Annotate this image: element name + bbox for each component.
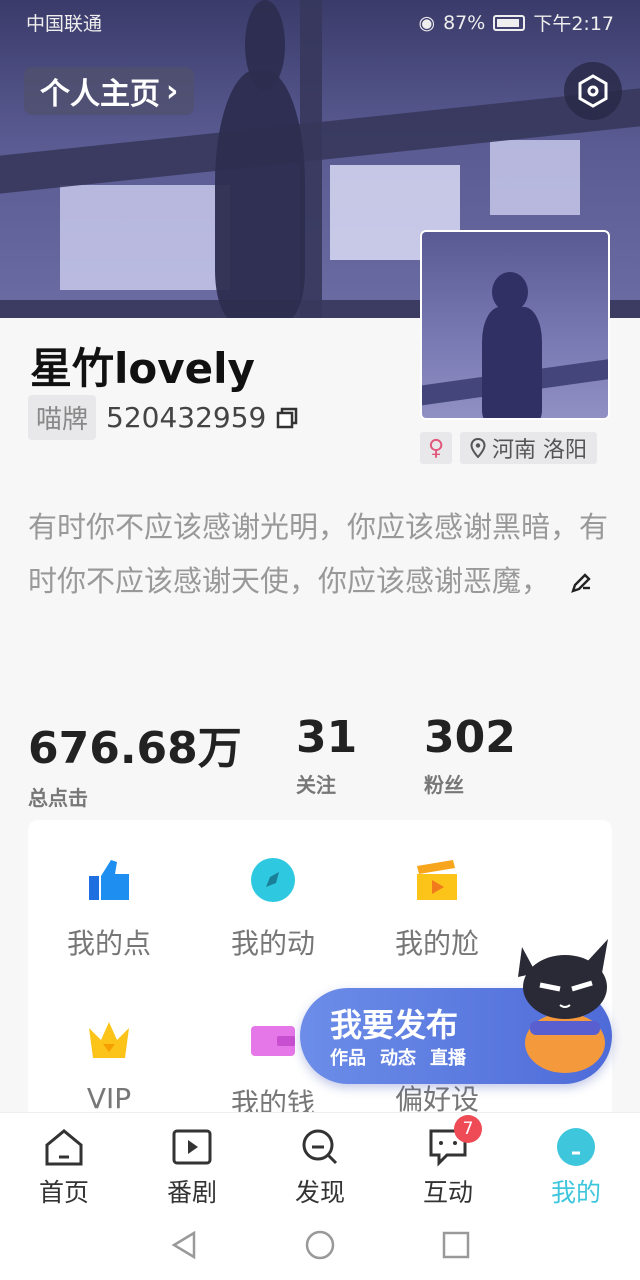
system-nav	[0, 1210, 640, 1280]
stats-row: 676.68万 总点击 31 关注 302 粉丝	[28, 712, 628, 812]
stat-total-clicks[interactable]: 676.68万 总点击	[28, 712, 242, 811]
grid-label: 我的动	[230, 927, 315, 960]
grid-item-vip[interactable]: VIP	[34, 1016, 184, 1115]
user-id-row: 喵牌 520432959	[28, 395, 298, 440]
home-icon	[45, 1129, 83, 1166]
stat-following[interactable]: 31 关注	[296, 712, 357, 798]
notification-badge: 7	[454, 1115, 482, 1143]
discover-icon	[302, 1129, 338, 1165]
settings-button[interactable]	[564, 62, 622, 120]
bio-text[interactable]: 有时你不应该感谢光明，你应该感谢黑暗，有时你不应该感谢天使，你应该感谢恶魔，	[28, 500, 613, 608]
publish-options: 作品 动态 直播	[330, 1044, 466, 1070]
location-tag: 河南 洛阳	[460, 432, 597, 464]
crown-icon	[89, 1022, 129, 1058]
user-id: 520432959	[106, 401, 267, 434]
battery-percent: 87%	[443, 11, 486, 34]
publish-option: 作品	[330, 1048, 366, 1069]
homepage-label: 个人主页	[40, 77, 160, 112]
nav-label: 互动	[422, 1178, 473, 1207]
grid-label: 我的点	[66, 927, 151, 960]
avatar[interactable]	[420, 230, 610, 420]
chevron-right-icon: ›	[166, 73, 179, 109]
clock: 下午2:17	[533, 13, 614, 35]
grid-item-likes[interactable]: 我的点	[34, 856, 184, 962]
grid-label: 我的尬	[394, 927, 479, 960]
nav-me[interactable]: 我的	[512, 1113, 640, 1210]
nav-label: 番剧	[166, 1178, 217, 1207]
nav-label: 发现	[294, 1178, 345, 1207]
publish-option: 动态	[380, 1048, 416, 1069]
username: 星竹lovely	[30, 344, 255, 393]
profile-icon	[557, 1128, 595, 1166]
grid-item-dynamics[interactable]: 我的动	[198, 856, 348, 962]
grid-label: VIP	[86, 1082, 132, 1115]
location-label: 河南 洛阳	[492, 438, 587, 463]
gender-icon: ♀	[420, 432, 452, 464]
edit-icon[interactable]	[569, 571, 593, 595]
status-bar: 中国联通 ◉ 87% 下午2:17	[0, 0, 640, 44]
cat-mascot-icon[interactable]	[510, 925, 620, 1075]
battery-icon	[493, 14, 526, 31]
stat-label: 总点击	[28, 786, 88, 810]
play-icon	[172, 1129, 212, 1165]
nav-home[interactable]: 首页	[0, 1113, 128, 1210]
clapperboard-icon	[417, 860, 457, 900]
eye-icon: ◉	[418, 11, 436, 34]
nav-bangumi[interactable]: 番剧	[128, 1113, 256, 1210]
stat-value: 676.68万	[28, 723, 242, 774]
nav-label: 首页	[38, 1178, 89, 1207]
thumbs-up-icon	[89, 860, 129, 900]
nav-discover[interactable]: 发现	[256, 1113, 384, 1210]
recents-icon[interactable]	[442, 1230, 470, 1260]
grid-item-gag[interactable]: 我的尬	[362, 856, 512, 962]
nav-label: 我的	[550, 1178, 601, 1207]
publish-option: 直播	[430, 1048, 466, 1069]
hexagon-settings-icon	[578, 74, 608, 108]
user-tags: ♀ 河南 洛阳	[420, 432, 597, 464]
bottom-nav: 首页 番剧 发现 7 互动 我的	[0, 1112, 640, 1210]
stat-fans[interactable]: 302 粉丝	[424, 712, 516, 798]
publish-title: 我要发布	[330, 1006, 459, 1044]
copy-icon[interactable]	[276, 407, 298, 429]
location-pin-icon	[470, 438, 486, 458]
compass-icon	[251, 858, 295, 902]
wallet-icon	[251, 1026, 295, 1056]
stat-value: 302	[424, 712, 516, 763]
homepage-button[interactable]: 个人主页 ›	[24, 67, 195, 115]
id-tag: 喵牌	[28, 395, 97, 440]
stat-label: 粉丝	[424, 773, 464, 797]
nav-interact[interactable]: 7 互动	[384, 1113, 512, 1210]
home-circle-icon[interactable]	[305, 1230, 335, 1260]
back-icon[interactable]	[170, 1230, 198, 1260]
stat-label: 关注	[296, 773, 336, 797]
stat-value: 31	[296, 712, 358, 763]
carrier-label: 中国联通	[26, 13, 103, 35]
bio-content: 有时你不应该感谢光明，你应该感谢黑暗，有时你不应该感谢天使，你应该感谢恶魔，	[28, 510, 609, 598]
